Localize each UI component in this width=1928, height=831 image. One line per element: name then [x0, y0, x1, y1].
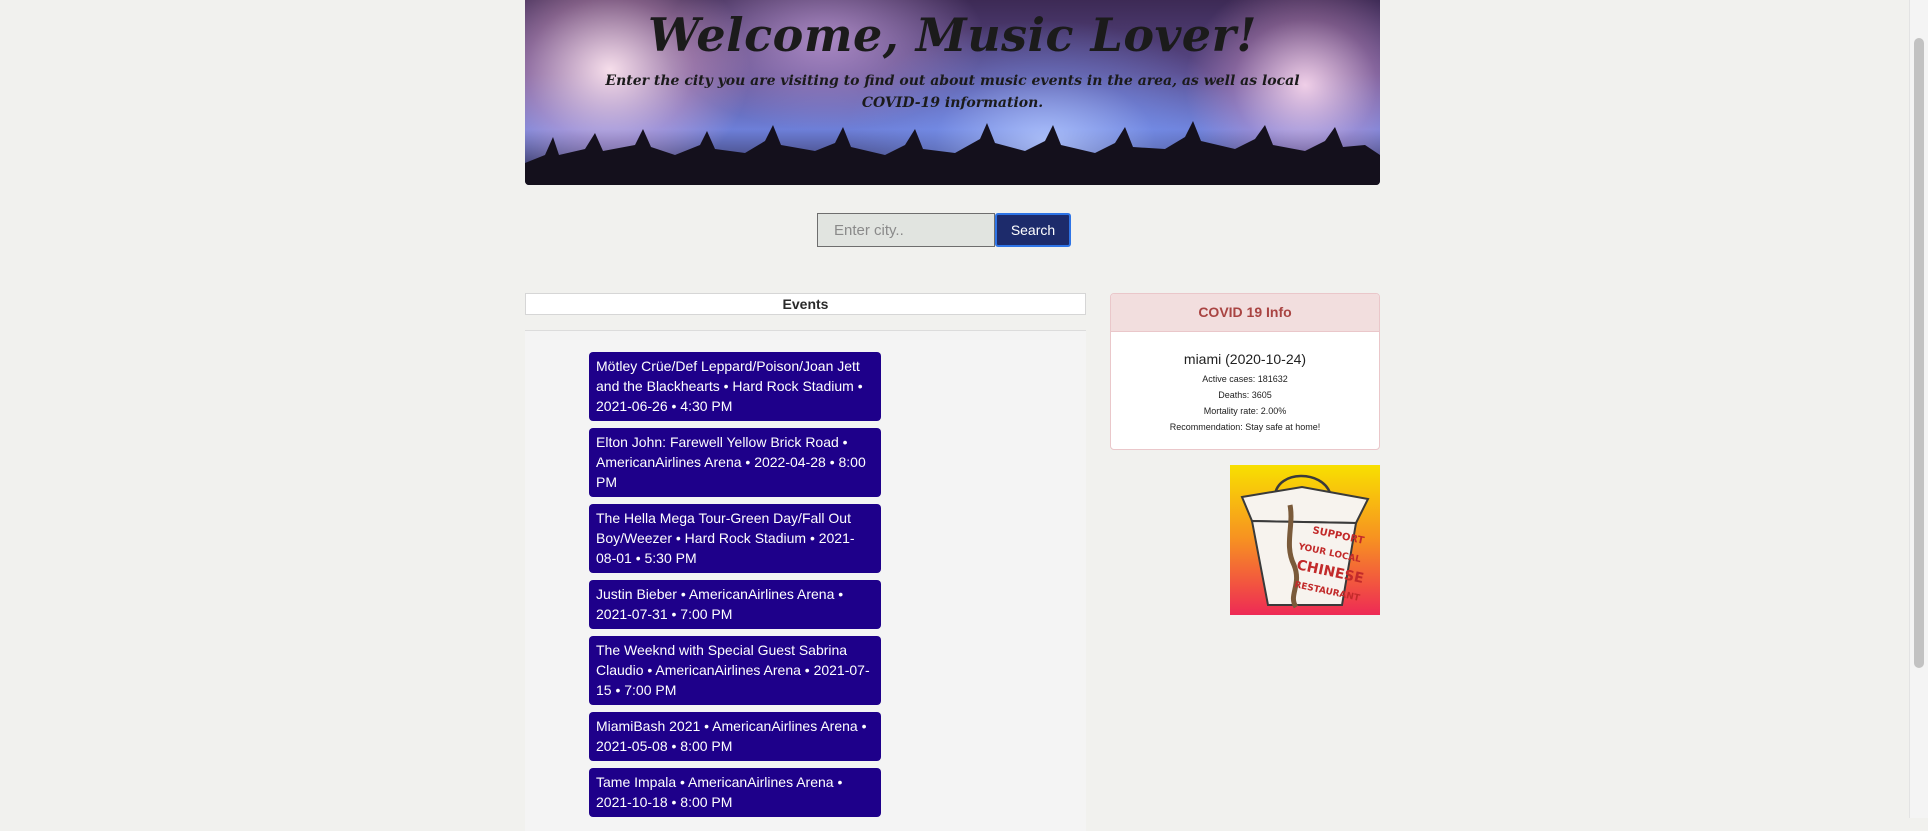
scrollbar-thumb[interactable]	[1914, 38, 1924, 668]
page-scrollbar[interactable]	[1909, 0, 1928, 818]
event-card[interactable]: The Hella Mega Tour-Green Day/Fall Out B…	[589, 504, 881, 573]
mortality-rate: Mortality rate: 2.00%	[1203, 406, 1287, 416]
hero-banner: Welcome, Music Lover! Enter the city you…	[525, 0, 1380, 185]
covid-stats: Active cases: 181632 Deaths: 3605 Mortal…	[1111, 371, 1379, 435]
search-button[interactable]: Search	[995, 213, 1071, 247]
support-local-chinese-restaurant-ad[interactable]: SUPPORT YOUR LOCAL CHINESE RESTAURANT	[1230, 465, 1380, 615]
event-card[interactable]: Elton John: Farewell Yellow Brick Road •…	[589, 428, 881, 497]
event-card[interactable]: Mötley Crüe/Def Leppard/Poison/Joan Jett…	[589, 352, 881, 421]
covid-info-header: COVID 19 Info	[1111, 294, 1379, 332]
event-card[interactable]: The Weeknd with Special Guest Sabrina Cl…	[589, 636, 881, 705]
covid-info-card: COVID 19 Info miami (2020-10-24) Active …	[1110, 293, 1380, 450]
events-header: Events	[525, 293, 1086, 315]
event-card[interactable]: Justin Bieber • AmericanAirlines Arena •…	[589, 580, 881, 629]
crowd-silhouette	[525, 121, 1380, 185]
hero-subtitle: Enter the city you are visiting to find …	[605, 73, 1300, 111]
event-card[interactable]: MiamiBash 2021 • AmericanAirlines Arena …	[589, 712, 881, 761]
events-list: Mötley Crüe/Def Leppard/Poison/Joan Jett…	[589, 352, 881, 824]
event-card[interactable]: Tame Impala • AmericanAirlines Arena • 2…	[589, 768, 881, 817]
deaths: Deaths: 3605	[1218, 390, 1272, 400]
recommendation: Recommendation: Stay safe at home!	[1169, 422, 1321, 432]
covid-city-date: miami (2020-10-24)	[1183, 351, 1307, 367]
hero-title: Welcome, Music Lover!	[647, 8, 1258, 62]
events-panel: Mötley Crüe/Def Leppard/Poison/Joan Jett…	[525, 330, 1086, 831]
city-search-input[interactable]	[817, 213, 995, 247]
search-bar: Search	[817, 213, 1071, 247]
active-cases: Active cases: 181632	[1202, 374, 1288, 384]
